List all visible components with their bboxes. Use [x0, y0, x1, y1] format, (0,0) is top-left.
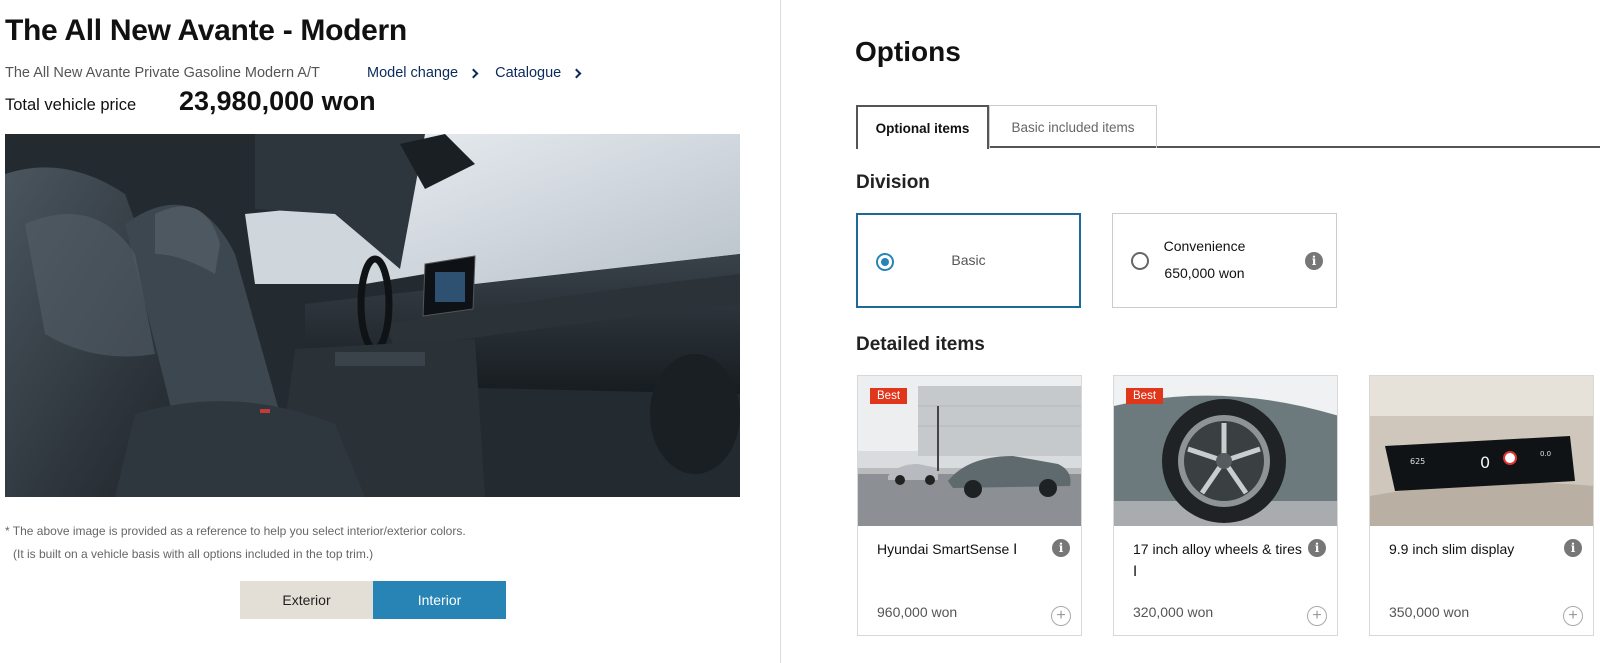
- division-option-convenience[interactable]: Convenience 650,000 won i: [1112, 213, 1337, 308]
- disclaimer-line-2: (It is built on a vehicle basis with all…: [13, 547, 374, 561]
- option-name: Hyundai SmartSense Ⅰ: [877, 541, 1018, 557]
- svg-text:0: 0: [1480, 453, 1490, 472]
- division-title: Division: [856, 172, 930, 193]
- division-name: Convenience: [1163, 238, 1246, 254]
- option-name: 9.9 inch slim display: [1389, 541, 1515, 557]
- disclaimer-line-1: * The above image is provided as a refer…: [5, 524, 466, 538]
- panel-divider: [780, 0, 781, 663]
- info-icon[interactable]: i: [1308, 539, 1326, 557]
- svg-text:625: 625: [1410, 457, 1425, 466]
- model-name: The All New Avante Private Gasoline Mode…: [5, 65, 320, 81]
- option-card-slim-display: 625 0 0.0 9.9 inch slim display i 350,00…: [1369, 375, 1594, 636]
- option-image-car-on-road: Best: [858, 376, 1081, 526]
- options-title: Options: [855, 36, 961, 67]
- add-option-icon[interactable]: +: [1563, 606, 1583, 626]
- chevron-right-icon: [468, 68, 479, 79]
- tab-basic-included-items[interactable]: Basic included items: [989, 105, 1157, 148]
- slim-display-illustration: 625 0 0.0: [1370, 376, 1593, 526]
- model-change-label: Model change: [367, 65, 459, 81]
- best-badge: Best: [1126, 388, 1164, 404]
- page-title: The All New Avante - Modern: [5, 14, 407, 47]
- division-price: 650,000 won: [1164, 265, 1245, 281]
- best-badge: Best: [870, 388, 908, 404]
- detailed-items-title: Detailed items: [856, 334, 985, 355]
- catalogue-link[interactable]: Catalogue: [495, 65, 598, 81]
- options-tabs: Optional items Basic included items: [856, 105, 1600, 149]
- option-card-smartsense: Best Hyundai SmartSense Ⅰ i 960,000 won …: [857, 375, 1082, 636]
- view-toggle: Exterior Interior: [240, 581, 506, 619]
- interior-illustration: [5, 134, 740, 497]
- exterior-view-button[interactable]: Exterior: [240, 581, 373, 619]
- add-option-icon[interactable]: +: [1051, 606, 1071, 626]
- division-name: Basic: [951, 252, 986, 268]
- info-icon[interactable]: i: [1305, 252, 1323, 270]
- option-image-slim-display: 625 0 0.0: [1370, 376, 1593, 526]
- total-price-label: Total vehicle price: [5, 96, 137, 114]
- division-option-basic[interactable]: Basic: [856, 213, 1081, 308]
- info-icon[interactable]: i: [1564, 539, 1582, 557]
- info-icon[interactable]: i: [1052, 539, 1070, 557]
- total-price-value: 23,980,000 won: [179, 86, 376, 116]
- total-price-row: Total vehicle price 23,980,000 won: [5, 86, 376, 117]
- svg-text:0.0: 0.0: [1540, 450, 1551, 458]
- model-info-row: The All New Avante Private Gasoline Mode…: [5, 63, 598, 83]
- option-card-alloy-wheels: Best 17 inch alloy wheels & tires Ⅰ i 32…: [1113, 375, 1338, 636]
- image-disclaimer: * The above image is provided as a refer…: [5, 520, 466, 566]
- chevron-right-icon: [571, 68, 582, 79]
- option-price: 960,000 won: [877, 604, 958, 620]
- add-option-icon[interactable]: +: [1307, 606, 1327, 626]
- option-image-alloy-wheel: Best: [1114, 376, 1337, 526]
- model-change-link[interactable]: Model change: [367, 65, 495, 81]
- vehicle-interior-image: [5, 134, 740, 497]
- catalogue-label: Catalogue: [495, 65, 562, 81]
- interior-view-button[interactable]: Interior: [373, 581, 506, 619]
- option-name: 17 inch alloy wheels & tires Ⅰ: [1133, 541, 1302, 579]
- tab-optional-items[interactable]: Optional items: [856, 105, 989, 149]
- option-price: 350,000 won: [1389, 604, 1470, 620]
- vehicle-summary-panel: The All New Avante - Modern The All New …: [0, 0, 780, 663]
- option-price: 320,000 won: [1133, 604, 1214, 620]
